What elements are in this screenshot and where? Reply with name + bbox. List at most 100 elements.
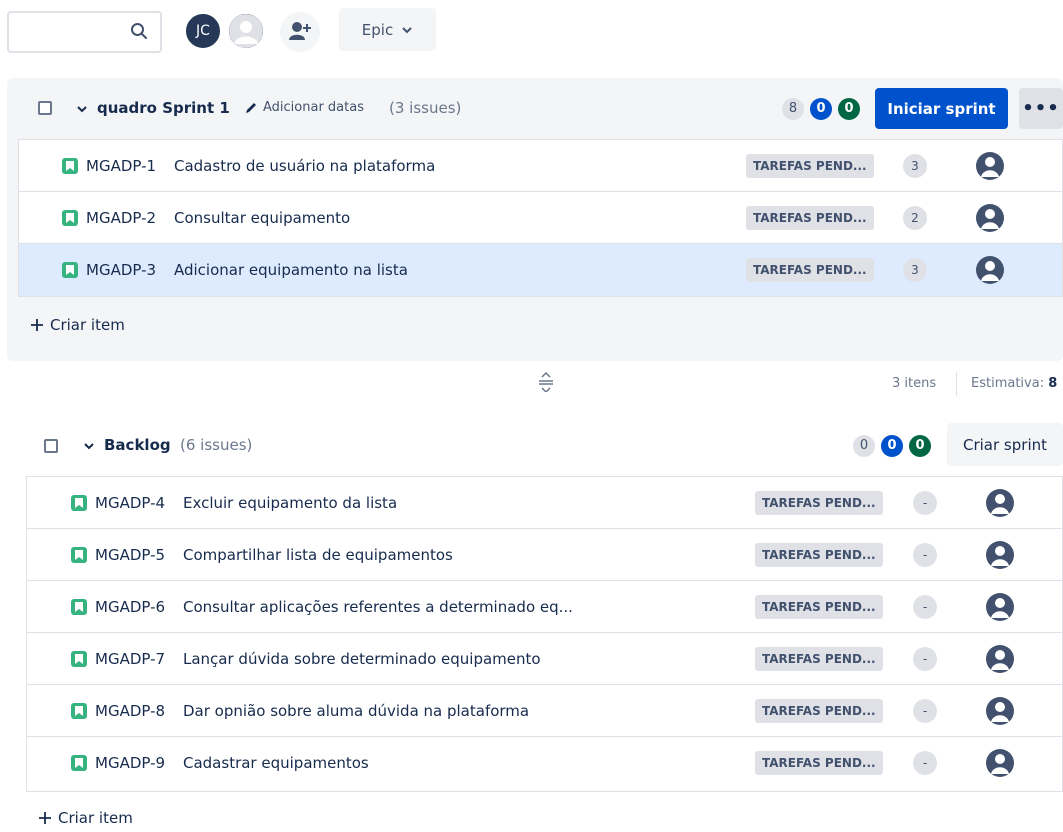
chevron-down-icon[interactable]: [76, 103, 88, 115]
sprint-issue-list: MGADP-1 Cadastro de usuário na plataform…: [18, 139, 1063, 297]
table-row[interactable]: MGADP-2 Consultar equipamento TAREFAS PE…: [19, 192, 1062, 244]
unassigned-avatar-icon[interactable]: [985, 644, 1015, 674]
epic-filter-label: Epic: [361, 20, 394, 39]
status-badge[interactable]: TAREFAS PEND...: [755, 647, 883, 671]
story-icon: [62, 158, 78, 174]
start-sprint-button[interactable]: Iniciar sprint: [875, 88, 1008, 129]
chevron-down-icon[interactable]: [83, 440, 95, 452]
backlog-title[interactable]: Backlog: [104, 436, 171, 454]
issue-key[interactable]: MGADP-4: [95, 494, 165, 512]
issue-summary[interactable]: Cadastro de usuário na plataforma: [174, 157, 435, 175]
in-progress-count-badge: 0: [881, 435, 903, 457]
story-points-badge: 3: [903, 258, 927, 282]
story-icon: [71, 599, 87, 615]
unassigned-avatar-icon[interactable]: [985, 592, 1015, 622]
sprint-estimate-summary: Estimativa: 8: [971, 376, 1057, 391]
issue-key[interactable]: MGADP-3: [86, 261, 156, 279]
issue-key[interactable]: MGADP-8: [95, 702, 165, 720]
avatar[interactable]: JC: [184, 12, 222, 50]
story-points-badge: 3: [903, 154, 927, 178]
story-icon: [62, 262, 78, 278]
story-icon: [62, 210, 78, 226]
issue-key[interactable]: MGADP-7: [95, 650, 165, 668]
table-row-selected[interactable]: MGADP-3 Adicionar equipamento na lista T…: [19, 244, 1062, 296]
todo-count-badge: 0: [853, 435, 875, 457]
story-icon: [71, 651, 87, 667]
create-item-button[interactable]: Criar item: [38, 809, 133, 827]
plus-icon: [39, 812, 51, 824]
create-item-label: Criar item: [58, 809, 133, 827]
issue-summary[interactable]: Consultar equipamento: [174, 209, 350, 227]
backlog-issue-list: MGADP-4 Excluir equipamento da lista TAR…: [26, 476, 1063, 792]
more-actions-button[interactable]: •••: [1019, 88, 1063, 129]
issue-summary[interactable]: Cadastrar equipamentos: [183, 754, 369, 772]
status-badge[interactable]: TAREFAS PEND...: [755, 543, 883, 567]
epic-filter-dropdown[interactable]: Epic: [339, 8, 436, 51]
add-person-icon: [289, 22, 311, 40]
status-badge[interactable]: TAREFAS PEND...: [746, 206, 874, 230]
create-item-button[interactable]: Criar item: [30, 316, 125, 334]
done-count-badge: 0: [838, 98, 860, 120]
issue-summary[interactable]: Dar opnião sobre aluma dúvida na platafo…: [183, 702, 529, 720]
issue-summary[interactable]: Compartilhar lista de equipamentos: [183, 546, 453, 564]
story-points-badge: -: [913, 491, 937, 515]
add-dates-link[interactable]: Adicionar datas: [244, 100, 364, 115]
table-row[interactable]: MGADP-9 Cadastrar equipamentos TAREFAS P…: [27, 737, 1062, 789]
story-points-badge: -: [913, 647, 937, 671]
done-count-badge: 0: [909, 435, 931, 457]
table-row[interactable]: MGADP-5 Compartilhar lista de equipament…: [27, 529, 1062, 581]
create-item-label: Criar item: [50, 316, 125, 334]
story-icon: [71, 547, 87, 563]
table-row[interactable]: MGADP-1 Cadastro de usuário na plataform…: [19, 140, 1062, 192]
issue-key[interactable]: MGADP-1: [86, 157, 156, 175]
issue-summary[interactable]: Excluir equipamento da lista: [183, 494, 397, 512]
estimate-label: Estimativa:: [971, 376, 1045, 391]
table-row[interactable]: MGADP-7 Lançar dúvida sobre determinado …: [27, 633, 1062, 685]
unassigned-avatar-icon[interactable]: [985, 540, 1015, 570]
resize-handle-icon[interactable]: [537, 372, 555, 392]
story-points-badge: 2: [903, 206, 927, 230]
status-badge[interactable]: TAREFAS PEND...: [755, 595, 883, 619]
add-dates-label: Adicionar datas: [263, 100, 364, 115]
todo-count-badge: 8: [782, 98, 804, 120]
divider: [956, 372, 957, 396]
estimate-value: 8: [1048, 376, 1058, 391]
issue-summary[interactable]: Lançar dúvida sobre determinado equipame…: [183, 650, 541, 668]
unassigned-avatar-icon[interactable]: [985, 748, 1015, 778]
table-row[interactable]: MGADP-6 Consultar aplicações referentes …: [27, 581, 1062, 633]
add-people-button[interactable]: [280, 12, 320, 52]
story-points-badge: -: [913, 595, 937, 619]
backlog-issue-count: (6 issues): [180, 436, 253, 454]
chevron-down-icon: [402, 26, 412, 33]
sprint-issue-count: (3 issues): [389, 99, 462, 117]
unassigned-avatar-icon[interactable]: [985, 488, 1015, 518]
backlog-select-checkbox[interactable]: [44, 439, 58, 453]
pencil-icon: [246, 102, 256, 113]
plus-icon: [31, 319, 43, 331]
story-points-badge: -: [913, 699, 937, 723]
story-icon: [71, 703, 87, 719]
issue-key[interactable]: MGADP-9: [95, 754, 165, 772]
status-badge[interactable]: TAREFAS PEND...: [755, 699, 883, 723]
unassigned-avatar-icon[interactable]: [985, 696, 1015, 726]
unassigned-avatar-icon[interactable]: [975, 203, 1005, 233]
table-row[interactable]: MGADP-8 Dar opnião sobre aluma dúvida na…: [27, 685, 1062, 737]
status-badge[interactable]: TAREFAS PEND...: [755, 491, 883, 515]
unassigned-avatar-icon[interactable]: [975, 255, 1005, 285]
issue-key[interactable]: MGADP-6: [95, 598, 165, 616]
create-sprint-button[interactable]: Criar sprint: [947, 423, 1063, 466]
search-input[interactable]: [7, 11, 162, 53]
sprint-title[interactable]: quadro Sprint 1: [97, 99, 230, 117]
issue-key[interactable]: MGADP-2: [86, 209, 156, 227]
avatar-generic-icon[interactable]: [227, 12, 265, 50]
issue-key[interactable]: MGADP-5: [95, 546, 165, 564]
issue-summary[interactable]: Adicionar equipamento na lista: [174, 261, 408, 279]
table-row[interactable]: MGADP-4 Excluir equipamento da lista TAR…: [27, 477, 1062, 529]
status-badge[interactable]: TAREFAS PEND...: [746, 154, 874, 178]
story-icon: [71, 495, 87, 511]
sprint-select-checkbox[interactable]: [38, 101, 52, 115]
status-badge[interactable]: TAREFAS PEND...: [755, 751, 883, 775]
status-badge[interactable]: TAREFAS PEND...: [746, 258, 874, 282]
unassigned-avatar-icon[interactable]: [975, 151, 1005, 181]
issue-summary[interactable]: Consultar aplicações referentes a determ…: [183, 598, 573, 616]
